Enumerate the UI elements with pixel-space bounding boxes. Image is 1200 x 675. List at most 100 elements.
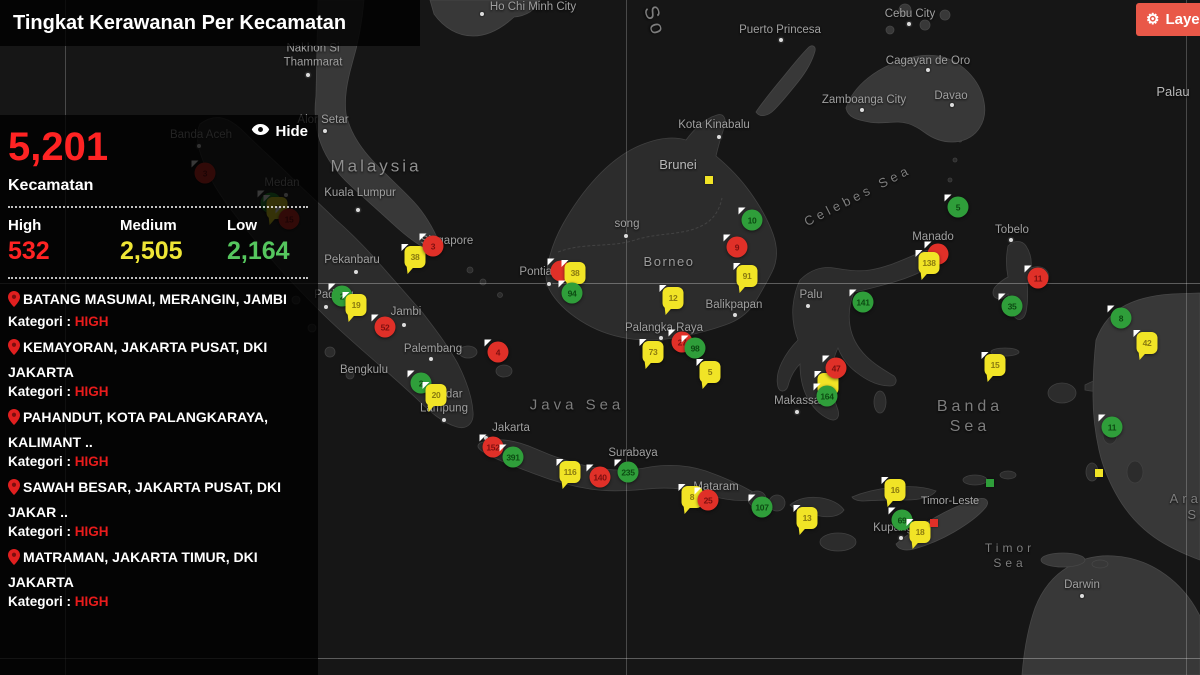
pin-icon bbox=[8, 549, 20, 571]
pin-icon bbox=[8, 291, 20, 313]
hide-button[interactable]: Hide bbox=[251, 123, 308, 140]
map-marker-yellow[interactable]: 13 bbox=[797, 507, 818, 529]
map-marker-red[interactable]: 47 bbox=[826, 358, 847, 379]
list-item[interactable]: BATANG MASUMAI, MERANGIN, JAMBIKategori … bbox=[8, 288, 308, 329]
map-marker-yellow[interactable]: 73 bbox=[643, 341, 664, 363]
map-marker-green[interactable]: 5 bbox=[948, 197, 969, 218]
map-marker-yellow[interactable]: 38 bbox=[565, 262, 586, 284]
list-item-category: Kategori : HIGH bbox=[8, 454, 308, 469]
map-marker-yellow[interactable]: 138 bbox=[919, 252, 940, 274]
map-marker-red[interactable] bbox=[930, 519, 938, 527]
map-marker-yellow[interactable]: 42 bbox=[1137, 332, 1158, 354]
list-item-category: Kategori : HIGH bbox=[8, 524, 308, 539]
map-marker-yellow[interactable]: 12 bbox=[663, 287, 684, 309]
list-item[interactable]: MATRAMAN, JAKARTA TIMUR, DKI JAKARTAKate… bbox=[8, 546, 308, 609]
map-label: Kota Kinabalu bbox=[678, 118, 750, 132]
map-marker-yellow[interactable] bbox=[705, 176, 713, 184]
map-marker-red[interactable]: 25 bbox=[698, 490, 719, 511]
page-title: Tingkat Kerawanan Per Kecamatan bbox=[13, 12, 346, 35]
map-marker-green[interactable]: 35 bbox=[1002, 296, 1023, 317]
stat-value: 2,505 bbox=[120, 237, 227, 266]
graticule-vline bbox=[626, 0, 627, 675]
map-marker-green[interactable]: 11 bbox=[1102, 417, 1123, 438]
map-label: Palau bbox=[1156, 84, 1189, 100]
city-dot bbox=[442, 418, 446, 422]
city-dot bbox=[356, 208, 360, 212]
map-marker-green[interactable]: 391 bbox=[503, 447, 524, 468]
gear-icon: ⚙ bbox=[1146, 12, 1159, 27]
stat-value: 2,164 bbox=[227, 237, 308, 266]
map-marker-yellow[interactable]: 19 bbox=[346, 294, 367, 316]
map-marker-red[interactable]: 11 bbox=[1028, 268, 1049, 289]
map-marker-green[interactable]: 8 bbox=[1111, 308, 1132, 329]
map-label: Jambi bbox=[391, 305, 422, 319]
list-item-name: MATRAMAN, JAKARTA TIMUR, DKI JAKARTA bbox=[8, 546, 308, 593]
pin-icon bbox=[8, 479, 20, 501]
layer-button[interactable]: ⚙ Layer bbox=[1136, 3, 1200, 36]
map-label: Palangka Raya bbox=[625, 321, 703, 335]
map-marker-green[interactable]: 164 bbox=[817, 386, 838, 407]
map-label: TimorSea bbox=[985, 541, 1035, 571]
map-marker-red[interactable]: 52 bbox=[375, 317, 396, 338]
map-marker-yellow[interactable]: 16 bbox=[885, 479, 906, 501]
list-item-name: PAHANDUT, KOTA PALANGKARAYA, KALIMANT .. bbox=[8, 406, 308, 453]
map-marker-green[interactable]: 10 bbox=[742, 210, 763, 231]
stat-low: Low 2,164 bbox=[227, 217, 308, 266]
city-dot bbox=[926, 68, 930, 72]
list-item[interactable]: SAWAH BESAR, JAKARTA PUSAT, DKI JAKAR ..… bbox=[8, 476, 308, 539]
map-label: Surabaya bbox=[608, 446, 657, 460]
city-dot bbox=[907, 22, 911, 26]
map-marker-yellow[interactable]: 116 bbox=[560, 461, 581, 483]
city-dot bbox=[1009, 238, 1013, 242]
map-marker-green[interactable] bbox=[986, 479, 994, 487]
map-label: Palu bbox=[799, 288, 822, 302]
eye-icon bbox=[251, 123, 270, 140]
title-bar: Tingkat Kerawanan Per Kecamatan bbox=[0, 0, 420, 46]
map-marker-yellow[interactable]: 5 bbox=[700, 361, 721, 383]
map-label: Malaysia bbox=[330, 155, 421, 176]
map-marker-red[interactable]: 140 bbox=[590, 467, 611, 488]
city-dot bbox=[547, 282, 551, 286]
map-marker-yellow[interactable]: 18 bbox=[910, 521, 931, 543]
stat-label: Low bbox=[227, 217, 308, 234]
map-marker-yellow[interactable]: 91 bbox=[737, 265, 758, 287]
map-label: Pekanbaru bbox=[324, 253, 380, 267]
city-dot bbox=[950, 103, 954, 107]
map-label: Balikpapan bbox=[706, 298, 763, 312]
map-label: Zamboanga City bbox=[822, 93, 906, 107]
map-marker-green[interactable]: 141 bbox=[853, 292, 874, 313]
map-label: Cebu City bbox=[885, 7, 936, 21]
list-item[interactable]: PAHANDUT, KOTA PALANGKARAYA, KALIMANT ..… bbox=[8, 406, 308, 469]
dotted-divider bbox=[8, 206, 308, 208]
map-marker-yellow[interactable] bbox=[1095, 469, 1103, 477]
map-label: Puerto Princesa bbox=[739, 23, 821, 37]
stat-high: High532 bbox=[8, 217, 120, 266]
city-dot bbox=[480, 12, 484, 16]
dotted-divider bbox=[8, 277, 308, 279]
list-item[interactable]: KEMAYORAN, JAKARTA PUSAT, DKI JAKARTAKat… bbox=[8, 336, 308, 399]
stat-value: 532 bbox=[8, 237, 120, 266]
map-marker-red[interactable]: 3 bbox=[423, 236, 444, 257]
hotspot-list: BATANG MASUMAI, MERANGIN, JAMBIKategori … bbox=[8, 288, 308, 609]
map-label: BandaSea bbox=[937, 397, 1003, 437]
city-dot bbox=[795, 410, 799, 414]
map-label: Tobelo bbox=[995, 223, 1029, 237]
map-label: Cagayan de Oro bbox=[886, 54, 970, 68]
map-marker-green[interactable]: 98 bbox=[685, 338, 706, 359]
map-label: Jakarta bbox=[492, 421, 530, 435]
map-marker-green[interactable]: 94 bbox=[562, 283, 583, 304]
map-marker-green[interactable]: 235 bbox=[618, 462, 639, 483]
map-marker-red[interactable]: 4 bbox=[488, 342, 509, 363]
map-marker-red[interactable]: 9 bbox=[727, 237, 748, 258]
city-dot bbox=[323, 129, 327, 133]
city-dot bbox=[779, 38, 783, 42]
city-dot bbox=[1080, 594, 1084, 598]
map-marker-yellow[interactable]: 20 bbox=[426, 384, 447, 406]
layer-button-label: Layer bbox=[1165, 11, 1200, 28]
map-label: Davao bbox=[934, 89, 967, 103]
list-item-name: KEMAYORAN, JAKARTA PUSAT, DKI JAKARTA bbox=[8, 336, 308, 383]
stat-medium: Medium2,505 bbox=[120, 217, 227, 266]
map-marker-green[interactable]: 107 bbox=[752, 497, 773, 518]
map-label: Darwin bbox=[1064, 578, 1100, 592]
map-marker-yellow[interactable]: 15 bbox=[985, 354, 1006, 376]
